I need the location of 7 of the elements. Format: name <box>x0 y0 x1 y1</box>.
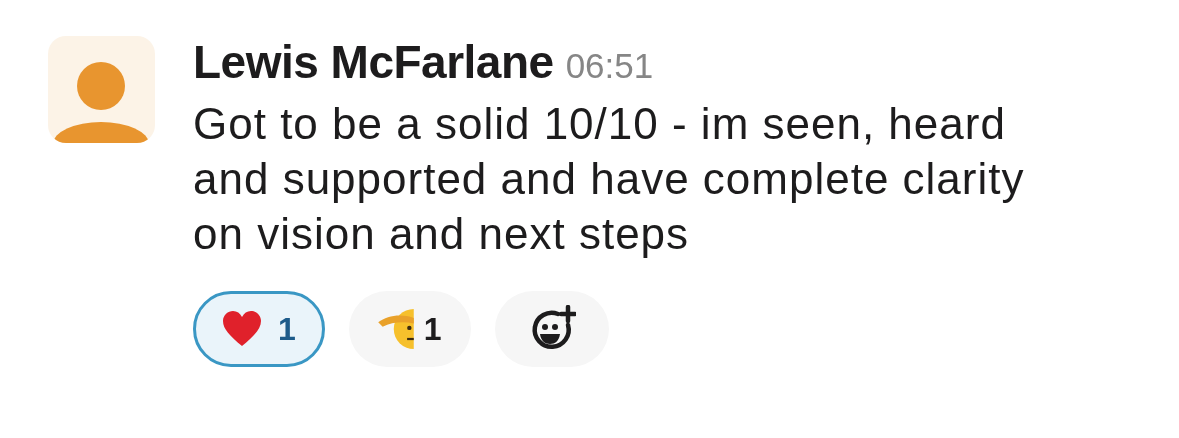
saluting-face-icon <box>377 308 414 349</box>
message-text: Got to be a solid 10/10 - im seen, heard and supported and have complete clarity on vision and next steps <box>193 97 1026 260</box>
author-name[interactable]: Lewis McFarlane <box>193 38 554 86</box>
reaction-pill[interactable]: 1 <box>348 290 471 367</box>
heart-icon <box>222 310 262 347</box>
timestamp[interactable]: 06:51 <box>565 40 654 93</box>
reaction-pill[interactable]: 1 <box>193 290 325 367</box>
